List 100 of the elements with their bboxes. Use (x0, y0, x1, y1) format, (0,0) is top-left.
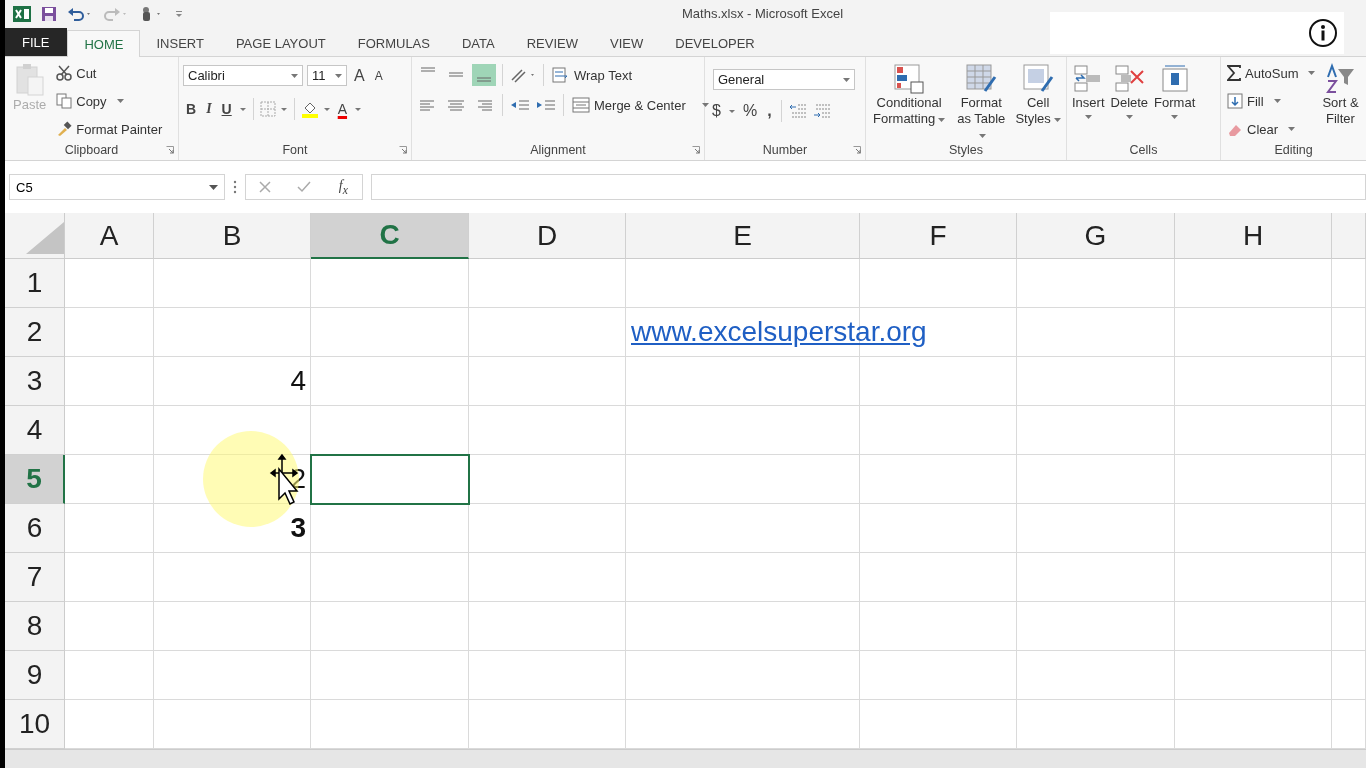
spreadsheet-cell[interactable] (154, 406, 311, 455)
spreadsheet-cell[interactable] (311, 357, 469, 406)
spreadsheet-cell[interactable] (154, 602, 311, 651)
underline-button[interactable]: U (218, 101, 235, 117)
ribbon-tab[interactable]: INSERT (140, 30, 220, 56)
decrease-decimal-icon[interactable] (811, 102, 832, 120)
spreadsheet-cell[interactable] (1332, 406, 1366, 455)
column-header[interactable]: H (1175, 213, 1332, 259)
row-header[interactable]: 8 (5, 602, 65, 651)
bold-button[interactable]: B (183, 101, 200, 117)
spreadsheet-cell[interactable] (1017, 308, 1175, 357)
spreadsheet-cell[interactable] (860, 357, 1017, 406)
spreadsheet-cell[interactable] (1175, 406, 1332, 455)
spreadsheet-cell[interactable] (311, 259, 469, 308)
clear-button[interactable]: Clear (1225, 117, 1318, 141)
ribbon-tab[interactable]: FILE (5, 28, 68, 56)
row-header[interactable]: 6 (5, 504, 65, 553)
fill-button[interactable]: Fill (1225, 89, 1318, 113)
increase-decimal-icon[interactable] (787, 102, 808, 120)
spreadsheet-cell[interactable] (1017, 259, 1175, 308)
spreadsheet-cell[interactable] (1017, 406, 1175, 455)
row-header[interactable]: 10 (5, 700, 65, 749)
spreadsheet-cell[interactable] (311, 602, 469, 651)
dialog-launcher-icon[interactable] (853, 146, 861, 154)
spreadsheet-cell[interactable] (154, 651, 311, 700)
spreadsheet-cell[interactable] (1175, 455, 1332, 504)
spreadsheet-cell[interactable] (626, 259, 860, 308)
cells-button[interactable]: Format (1153, 61, 1197, 121)
hyperlink[interactable]: www.excelsuperstar.org (631, 316, 927, 348)
column-header[interactable]: A (65, 213, 154, 259)
spreadsheet-cell[interactable] (860, 259, 1017, 308)
info-icon[interactable] (1308, 18, 1338, 48)
ribbon-tab[interactable]: DATA (445, 30, 511, 56)
spreadsheet-cell[interactable] (1175, 357, 1332, 406)
spreadsheet-cell[interactable] (1332, 357, 1366, 406)
row-header[interactable]: 4 (5, 406, 65, 455)
spreadsheet-cell[interactable] (1017, 455, 1175, 504)
vertical-align-icon[interactable] (472, 64, 496, 86)
spreadsheet-cell[interactable] (860, 455, 1017, 504)
ribbon-tab[interactable]: VIEW (594, 30, 660, 56)
spreadsheet-cell[interactable] (65, 259, 154, 308)
redo-icon[interactable] (103, 6, 129, 22)
spreadsheet-cell[interactable] (469, 553, 626, 602)
spreadsheet-cell[interactable] (626, 602, 860, 651)
customize-icon[interactable] (175, 9, 183, 19)
styles-button[interactable]: Format as Table (952, 61, 1011, 145)
spreadsheet-cell[interactable] (626, 455, 860, 504)
spreadsheet-cell[interactable] (860, 602, 1017, 651)
spreadsheet-cell[interactable] (311, 651, 469, 700)
cut-button[interactable]: Cut (54, 61, 165, 85)
spreadsheet-cell[interactable] (311, 308, 469, 357)
row-header[interactable]: 5 (5, 455, 65, 504)
spreadsheet-cell[interactable] (311, 504, 469, 553)
spreadsheet-cell[interactable] (860, 406, 1017, 455)
spreadsheet-cell[interactable] (65, 602, 154, 651)
column-header[interactable]: D (469, 213, 626, 259)
copy-button[interactable]: Copy (54, 89, 165, 113)
spreadsheet-cell[interactable] (1017, 504, 1175, 553)
spreadsheet-cell[interactable] (1175, 553, 1332, 602)
select-all-corner[interactable] (5, 213, 65, 259)
spreadsheet-cell[interactable] (1175, 504, 1332, 553)
row-header[interactable]: 3 (5, 357, 65, 406)
caret-icon[interactable] (279, 105, 288, 113)
dialog-launcher-icon[interactable] (692, 146, 700, 154)
styles-button[interactable]: Cell Styles (1014, 61, 1062, 129)
cells-button[interactable]: Delete (1109, 61, 1150, 121)
spreadsheet-cell[interactable] (1332, 504, 1366, 553)
styles-button[interactable]: Conditional Formatting (870, 61, 949, 129)
cells-button[interactable]: Insert (1071, 61, 1106, 121)
spreadsheet-cell[interactable] (1332, 455, 1366, 504)
spreadsheet-cell[interactable] (154, 553, 311, 602)
caret-icon[interactable] (238, 105, 247, 113)
spreadsheet-cell[interactable] (65, 651, 154, 700)
row-header[interactable]: 2 (5, 308, 65, 357)
spreadsheet-cell[interactable] (1175, 308, 1332, 357)
dialog-launcher-icon[interactable] (399, 146, 407, 154)
orientation-icon[interactable] (509, 66, 537, 84)
spreadsheet-cell[interactable] (154, 259, 311, 308)
percent-button[interactable]: % (739, 102, 761, 120)
spreadsheet-cell[interactable] (1175, 651, 1332, 700)
spreadsheet-cell[interactable] (860, 553, 1017, 602)
spreadsheet-cell[interactable] (1332, 602, 1366, 651)
row-header[interactable]: 7 (5, 553, 65, 602)
spreadsheet-cell[interactable] (1017, 651, 1175, 700)
font-name-dropdown[interactable]: Calibri (183, 65, 303, 86)
increase-font-size-button[interactable]: A (351, 66, 368, 85)
autosum-button[interactable]: AutoSum (1225, 61, 1318, 85)
spreadsheet-cell[interactable] (65, 455, 154, 504)
row-header[interactable]: 1 (5, 259, 65, 308)
italic-button[interactable]: I (203, 101, 215, 117)
enter-check-icon[interactable] (296, 180, 313, 194)
spreadsheet-cell[interactable]: 4 (154, 357, 311, 406)
fill-color-icon[interactable] (300, 100, 319, 118)
ribbon-tab[interactable]: DEVELOPER (659, 30, 771, 56)
caret-icon[interactable] (354, 105, 363, 113)
spreadsheet-cell[interactable] (469, 602, 626, 651)
drag-handle-icon[interactable] (233, 180, 237, 194)
spreadsheet-cell[interactable] (1332, 651, 1366, 700)
ribbon-tab[interactable]: HOME (67, 30, 141, 57)
spreadsheet-cell[interactable] (65, 357, 154, 406)
